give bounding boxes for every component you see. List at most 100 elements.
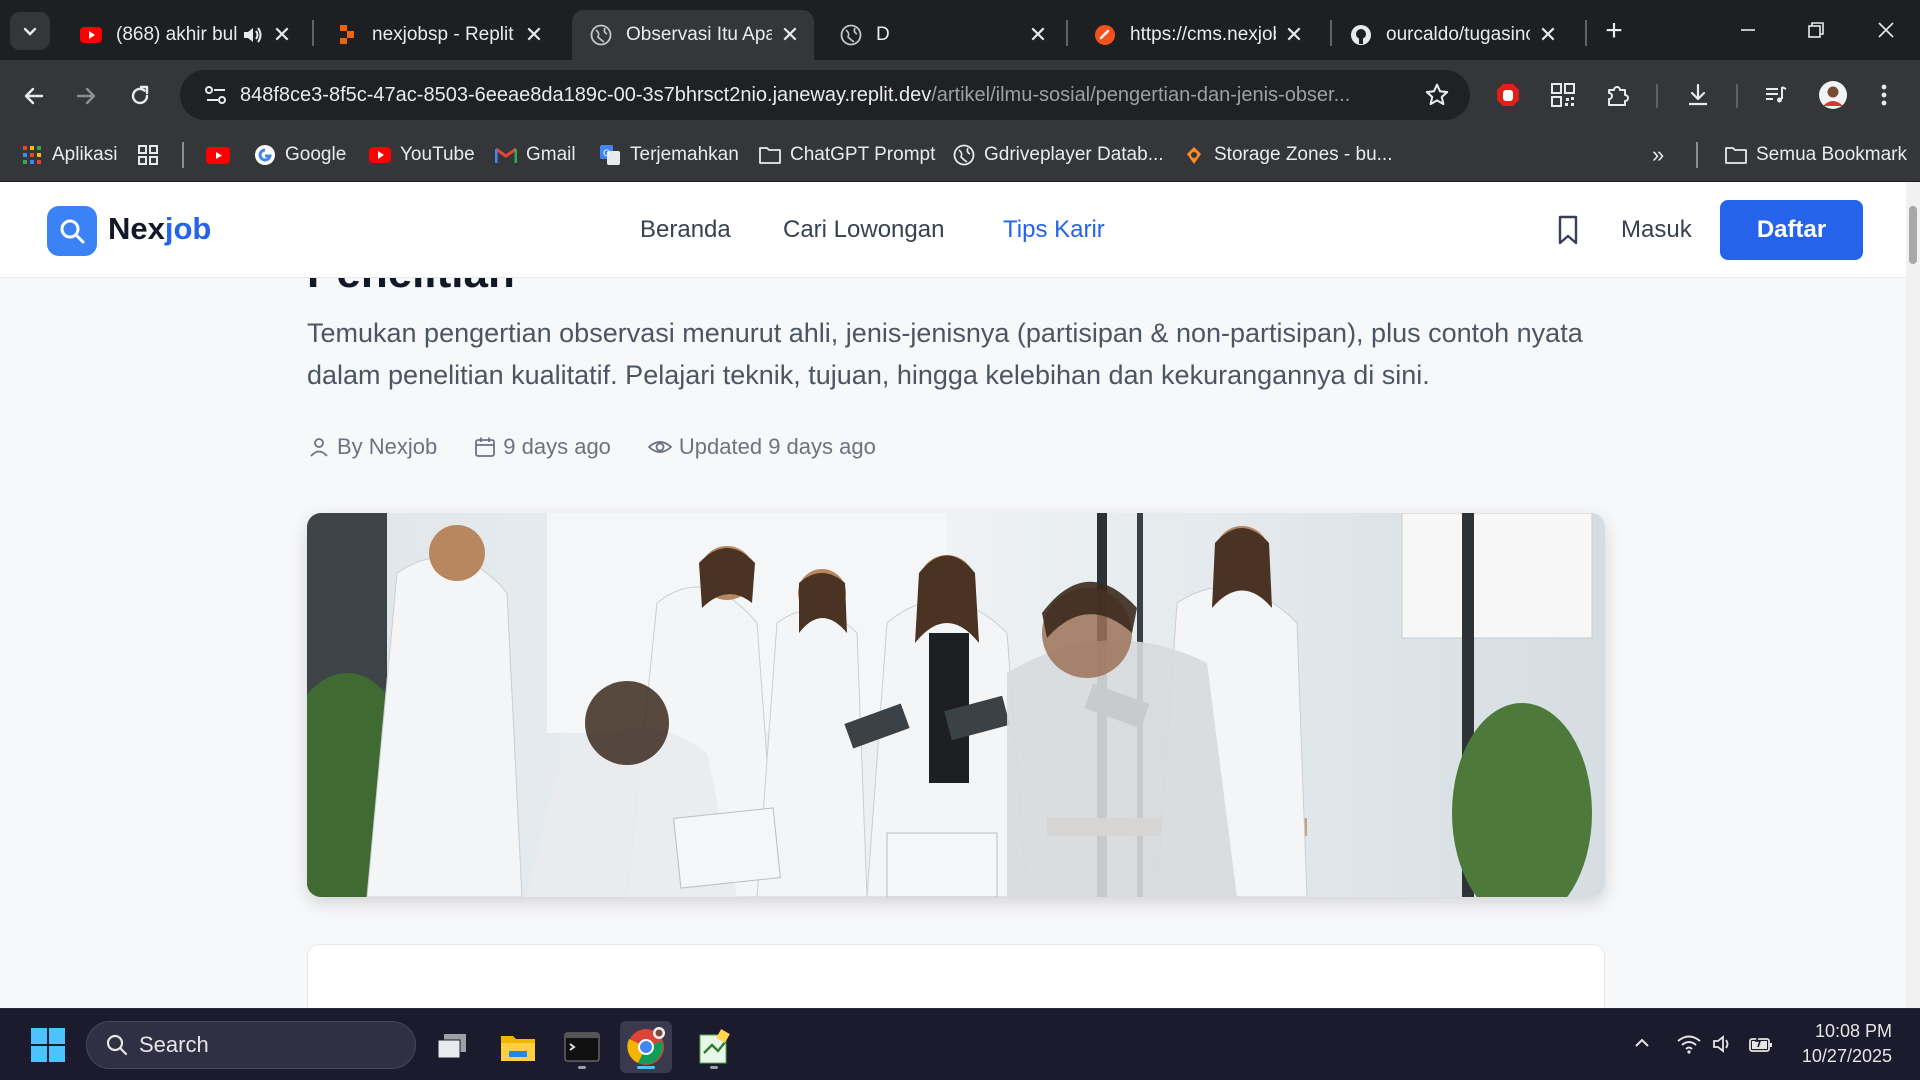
nav-tips-karir[interactable]: Tips Karir	[1003, 216, 1105, 244]
clock-date: 10/27/2025	[1801, 1046, 1892, 1066]
all-bookmarks[interactable]: Semua Bookmark	[1724, 140, 1907, 170]
article-content-card	[307, 944, 1605, 1008]
tab-title: Observasi Itu Apa?	[626, 24, 772, 45]
scrollbar-thumb[interactable]	[1909, 206, 1917, 264]
reload-button[interactable]	[120, 76, 160, 116]
url-text: 848f8ce3-8f5c-47ac-8503-6eeae8da189c-00-…	[240, 84, 1400, 107]
profile-avatar[interactable]	[1815, 77, 1851, 113]
page-scrollbar[interactable]	[1906, 182, 1920, 1008]
media-control-icon[interactable]	[1758, 77, 1794, 113]
browser-tab-strip: (868) akhir bul ✕ nexjobsp - Replit ✕ Ob…	[0, 0, 1920, 60]
minimize-button[interactable]	[1728, 12, 1768, 48]
close-tab-icon[interactable]: ✕	[780, 22, 800, 47]
register-button[interactable]: Daftar	[1720, 200, 1863, 260]
site-header: Nexjob Beranda Cari Lowongan Tips Karir …	[0, 182, 1906, 278]
author-meta: By Nexjob	[307, 434, 437, 460]
bookmark-aplikasi[interactable]: Aplikasi	[20, 140, 117, 170]
show-hidden-icons-chevron-icon[interactable]	[1632, 1033, 1652, 1058]
bookmark-label: YouTube	[400, 144, 475, 165]
tab-github[interactable]: ourcaldo/tugasinc ✕	[1332, 10, 1572, 60]
battery-icon[interactable]	[1748, 1033, 1774, 1060]
windows-start-icon[interactable]	[30, 1027, 66, 1063]
close-tab-icon[interactable]: ✕	[272, 22, 292, 47]
download-icon[interactable]	[1680, 77, 1716, 113]
login-link[interactable]: Masuk	[1621, 216, 1692, 244]
arrow-left-icon	[24, 87, 44, 105]
volume-icon[interactable]	[1712, 1033, 1736, 1060]
globe-icon	[590, 24, 612, 46]
article-meta: By Nexjob 9 days ago Updated 9 days ago	[307, 434, 912, 460]
taskbar-search[interactable]: Search	[86, 1021, 416, 1069]
bookmark-label: Gmail	[526, 144, 576, 165]
bookmark-grid[interactable]	[136, 140, 168, 170]
bookmark-youtube[interactable]: YouTube	[368, 140, 475, 170]
tab-title: D	[876, 24, 890, 45]
system-clock[interactable]: 10:08 PM 10/27/2025	[1802, 1019, 1892, 1069]
bookmark-storage-zones[interactable]: Storage Zones - bu...	[1182, 140, 1393, 170]
running-indicator	[578, 1066, 586, 1069]
tab-observasi-active[interactable]: Observasi Itu Apa? ✕	[572, 10, 814, 60]
task-view-icon[interactable]	[426, 1021, 478, 1073]
terminal-icon[interactable]	[556, 1021, 608, 1073]
windows-taskbar: Search 10:08 PM 10/27/2025	[0, 1008, 1920, 1080]
bookmark-label: Gdriveplayer Datab...	[984, 144, 1164, 165]
updated-text: Updated 9 days ago	[678, 434, 876, 459]
nav-cari-lowongan[interactable]: Cari Lowongan	[783, 216, 944, 244]
chrome-taskbar-icon[interactable]	[620, 1021, 672, 1073]
bookmark-label: ChatGPT Prompt	[790, 144, 936, 165]
hero-photo-illustration	[307, 513, 1605, 897]
extension-adblock-icon[interactable]	[1490, 77, 1526, 113]
bookmark-gmail[interactable]: Gmail	[494, 140, 576, 170]
youtube-icon	[80, 24, 102, 46]
github-icon	[1350, 24, 1372, 46]
bookmark-google[interactable]: Google	[253, 140, 346, 170]
bookmark-label: Google	[285, 144, 347, 165]
tab-search-button[interactable]	[10, 12, 50, 50]
tab-title: ourcaldo/tugasinc	[1386, 24, 1530, 45]
bookmark-icon[interactable]	[1553, 214, 1583, 246]
folder-icon	[1724, 143, 1748, 167]
eye-icon	[647, 441, 673, 453]
audio-playing-icon[interactable]	[242, 25, 264, 45]
bookmark-terjemahkan[interactable]: G Terjemahkan	[598, 140, 739, 170]
forward-button[interactable]	[66, 76, 106, 116]
bookmark-star-icon[interactable]	[1424, 82, 1450, 113]
file-explorer-icon[interactable]	[492, 1021, 544, 1073]
tab-replit[interactable]: nexjobsp - Replit ✕	[318, 10, 558, 60]
web-page: Penelitian Temukan pengertian observasi …	[0, 182, 1920, 1008]
extensions-puzzle-icon[interactable]	[1600, 77, 1636, 113]
tab-d[interactable]: D ✕	[822, 10, 1062, 60]
nav-beranda[interactable]: Beranda	[640, 216, 731, 244]
address-bar[interactable]: 848f8ce3-8f5c-47ac-8503-6eeae8da189c-00-…	[180, 70, 1470, 120]
published-meta: 9 days ago	[473, 434, 611, 460]
logo-search-icon[interactable]	[47, 206, 97, 256]
close-tab-icon[interactable]: ✕	[1538, 22, 1558, 47]
tab-separator	[1066, 20, 1068, 46]
article-title: Penelitian	[307, 278, 515, 298]
site-info-icon[interactable]	[192, 71, 240, 119]
close-tab-icon[interactable]: ✕	[1028, 22, 1048, 47]
new-tab-button[interactable]: +	[1597, 14, 1631, 48]
restore-button[interactable]	[1796, 12, 1836, 48]
close-tab-icon[interactable]: ✕	[1284, 22, 1304, 47]
bookmark-chatgpt-prompt[interactable]: ChatGPT Prompt	[758, 140, 935, 170]
bookmarks-bar: Aplikasi Google YouTube Gmail G Terjemah…	[0, 130, 1920, 182]
bookmark-gdriveplayer[interactable]: Gdriveplayer Datab...	[952, 140, 1164, 170]
qr-code-icon[interactable]	[1545, 77, 1581, 113]
wifi-icon[interactable]	[1676, 1033, 1702, 1060]
bookmark-label: Terjemahkan	[630, 144, 739, 165]
running-indicator	[710, 1066, 718, 1069]
tab-youtube[interactable]: (868) akhir bul ✕	[62, 10, 306, 60]
url-host: 848f8ce3-8f5c-47ac-8503-6eeae8da189c-00-…	[240, 83, 932, 106]
back-button[interactable]	[14, 76, 54, 116]
more-menu-icon[interactable]	[1866, 77, 1902, 113]
bookmark-label: Storage Zones - bu...	[1214, 144, 1393, 165]
tab-cms[interactable]: https://cms.nexjob ✕	[1076, 10, 1318, 60]
globe-icon	[840, 24, 862, 46]
site-logo[interactable]: Nexjob	[108, 211, 211, 247]
notepad-app-icon[interactable]	[688, 1021, 740, 1073]
close-window-button[interactable]	[1866, 12, 1906, 48]
close-tab-icon[interactable]: ✕	[524, 22, 544, 47]
bookmark-youtube-icon-only[interactable]	[206, 140, 238, 170]
bookmarks-overflow-chevron-icon[interactable]: »	[1652, 140, 1664, 170]
